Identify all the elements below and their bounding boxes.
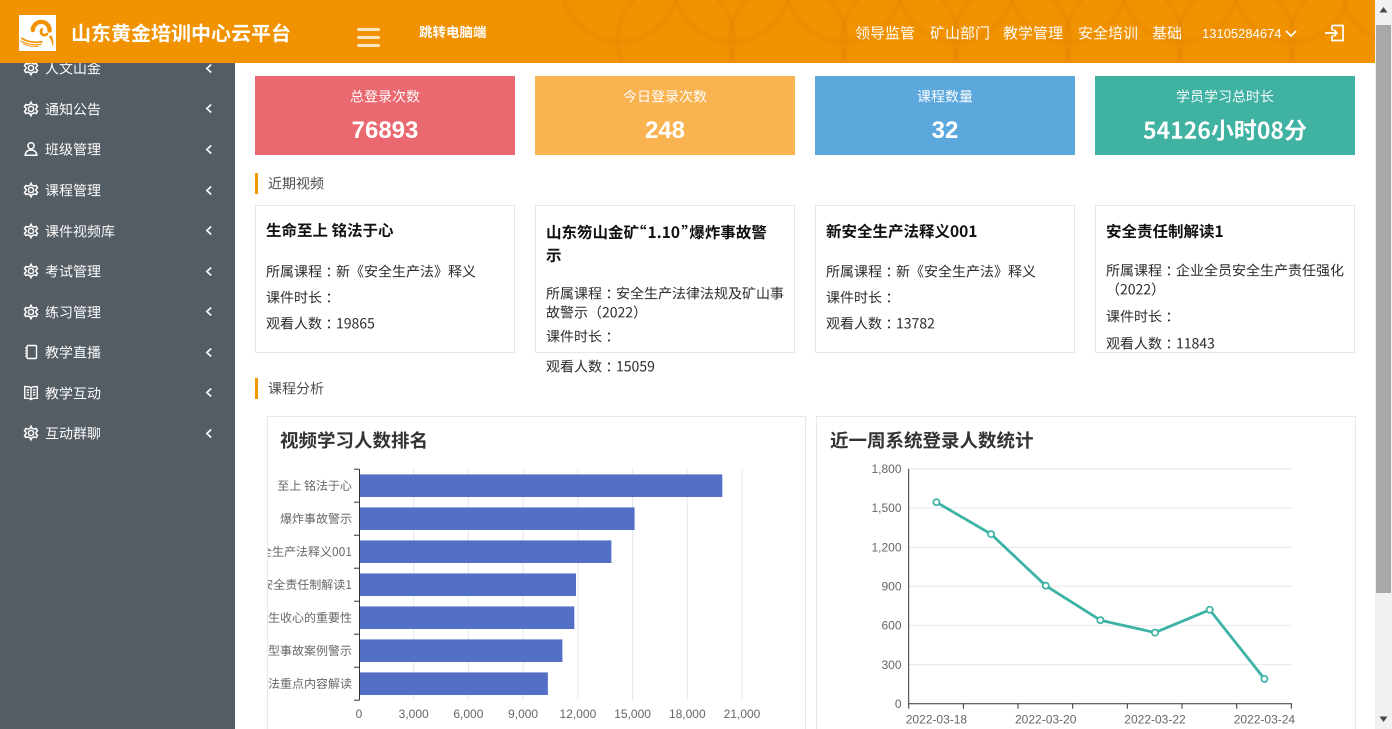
- svg-text:2022-03-22: 2022-03-22: [1124, 713, 1186, 727]
- svg-text:300: 300: [881, 658, 901, 672]
- svg-text:1,800: 1,800: [871, 462, 901, 476]
- svg-text:2022-03-24: 2022-03-24: [1234, 713, 1296, 727]
- svg-text:0: 0: [356, 707, 363, 721]
- svg-text:3,000: 3,000: [399, 707, 429, 721]
- svg-text:2022-03-20: 2022-03-20: [1015, 713, 1077, 727]
- svg-text:15,000: 15,000: [614, 707, 651, 721]
- svg-text:21,000: 21,000: [724, 707, 761, 721]
- svg-text:12,000: 12,000: [560, 707, 597, 721]
- svg-text:1,200: 1,200: [871, 540, 901, 554]
- svg-text:1,500: 1,500: [871, 501, 901, 515]
- svg-text:6,000: 6,000: [453, 707, 483, 721]
- svg-text:18,000: 18,000: [669, 707, 706, 721]
- svg-text:0: 0: [895, 697, 902, 711]
- svg-text:2022-03-18: 2022-03-18: [906, 713, 968, 727]
- svg-text:600: 600: [881, 619, 901, 633]
- svg-text:9,000: 9,000: [508, 707, 538, 721]
- svg-text:900: 900: [881, 580, 901, 594]
